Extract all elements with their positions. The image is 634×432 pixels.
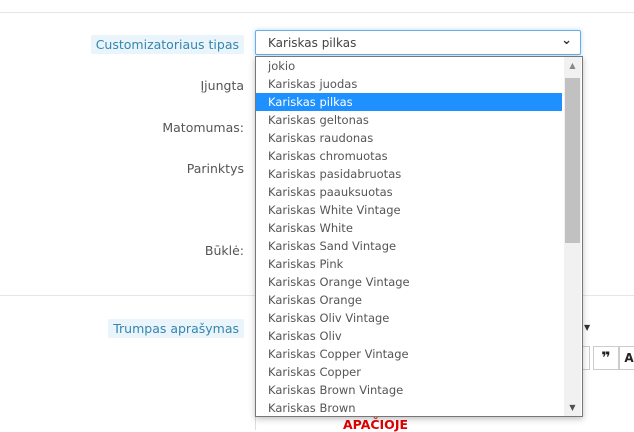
- dropdown-option[interactable]: Kariskas juodas: [256, 75, 562, 93]
- short-description-label: Trumpas aprašymas: [108, 319, 244, 338]
- dropdown-option[interactable]: Kariskas Orange: [256, 291, 562, 309]
- dropdown-option[interactable]: Kariskas Oliv Vintage: [256, 309, 562, 327]
- scrollbar[interactable]: ▲ ▼: [564, 57, 581, 416]
- dropdown-option[interactable]: Kariskas pasidabruotas: [256, 165, 562, 183]
- dropdown-option[interactable]: Kariskas raudonas: [256, 129, 562, 147]
- top-divider: [0, 12, 634, 13]
- dropdown-option[interactable]: Kariskas Sand Vintage: [256, 237, 562, 255]
- customizer-type-dropdown[interactable]: jokio Kariskas juodas Kariskas pilkas Karis…: [255, 56, 583, 417]
- editor-dropdown-arrow-icon[interactable]: ▼: [584, 323, 590, 332]
- dropdown-option[interactable]: Kariskas Copper: [256, 363, 562, 381]
- dropdown-option[interactable]: Kariskas White: [256, 219, 562, 237]
- dropdown-option[interactable]: Kariskas pilkas: [256, 93, 562, 111]
- dropdown-option[interactable]: Kariskas geltonas: [256, 111, 562, 129]
- chevron-down-icon: ⌄: [561, 33, 572, 48]
- dropdown-option[interactable]: Kariskas paauksuotas: [256, 183, 562, 201]
- format-icon[interactable]: A: [619, 346, 634, 370]
- scroll-down-icon[interactable]: ▼: [564, 399, 581, 416]
- dropdown-option[interactable]: jokio: [256, 57, 562, 75]
- scroll-up-icon[interactable]: ▲: [564, 57, 581, 74]
- visibility-label: Matomumas:: [162, 120, 244, 135]
- enabled-label: Įjungta: [200, 78, 245, 93]
- dropdown-option[interactable]: Kariskas Oliv: [256, 327, 562, 345]
- dropdown-option[interactable]: Kariskas Orange Vintage: [256, 273, 562, 291]
- options-label: Parinktys: [186, 161, 244, 176]
- customizer-type-select[interactable]: Kariskas pilkas ⌄: [255, 30, 581, 55]
- customizer-type-label: Customizatoriaus tipas: [90, 35, 244, 54]
- select-value: Kariskas pilkas: [268, 36, 357, 50]
- dropdown-option[interactable]: Kariskas Brown Vintage: [256, 381, 562, 399]
- dropdown-option[interactable]: Kariskas Brown: [256, 399, 562, 416]
- scrollbar-thumb[interactable]: [565, 78, 580, 243]
- condition-label: Būklė:: [204, 243, 244, 258]
- blockquote-icon[interactable]: ❞: [593, 346, 619, 370]
- editor-border: [255, 416, 256, 430]
- dropdown-option[interactable]: Kariskas Pink: [256, 255, 562, 273]
- dropdown-option[interactable]: Kariskas chromuotas: [256, 147, 562, 165]
- dropdown-option[interactable]: Kariskas White Vintage: [256, 201, 562, 219]
- dropdown-option[interactable]: Kariskas Copper Vintage: [256, 345, 562, 363]
